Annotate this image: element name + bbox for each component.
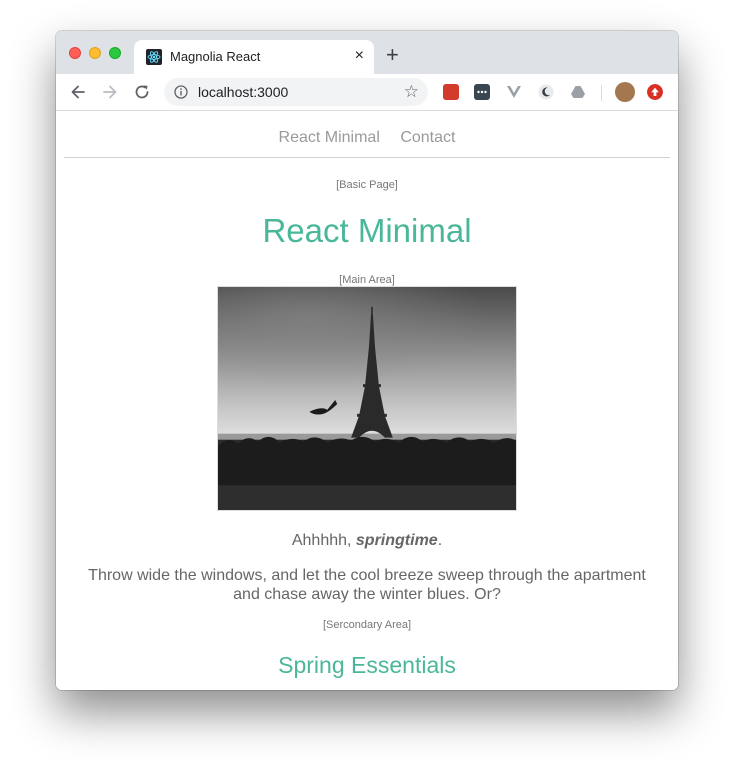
- address-bar[interactable]: localhost:3000 ☆: [164, 78, 428, 106]
- tab-title: Magnolia React: [170, 49, 261, 64]
- toolbar-separator: [601, 85, 602, 101]
- zoom-window-button[interactable]: [109, 47, 121, 59]
- new-tab-button[interactable]: +: [386, 44, 399, 66]
- extension-puzzle-icon[interactable]: [443, 84, 459, 100]
- secondary-area-label: [Sercondary Area]: [322, 619, 412, 631]
- eiffel-tower-image: [217, 286, 517, 511]
- drive-icon[interactable]: [570, 84, 586, 100]
- section-title: Spring Essentials: [278, 652, 456, 678]
- profile-avatar[interactable]: [615, 82, 635, 102]
- nav-link-react-minimal[interactable]: React Minimal: [279, 129, 380, 147]
- extension-dots-icon[interactable]: [474, 84, 490, 100]
- back-arrow-icon[interactable]: [68, 82, 88, 102]
- page-title: React Minimal: [262, 212, 472, 249]
- reload-icon[interactable]: [132, 82, 152, 102]
- dark-mode-icon[interactable]: [538, 84, 554, 100]
- url-text[interactable]: localhost:3000: [198, 84, 288, 100]
- browser-tab[interactable]: Magnolia React ×: [134, 40, 374, 74]
- intro-prefix: Ahhhhh,: [291, 532, 356, 549]
- intro-text: Ahhhhh, springtime.: [76, 531, 658, 550]
- nav-link-contact[interactable]: Contact: [400, 129, 455, 147]
- close-window-button[interactable]: [69, 47, 81, 59]
- page-content: React Minimal Contact [Basic Page] React…: [56, 111, 678, 690]
- minimize-window-button[interactable]: [89, 47, 101, 59]
- upload-extension-icon[interactable]: [647, 84, 663, 100]
- tab-close-icon[interactable]: ×: [355, 48, 364, 64]
- browser-toolbar: localhost:3000 ☆: [56, 74, 678, 111]
- main-area-label: [Main Area]: [339, 274, 395, 286]
- nav-divider: [64, 157, 670, 158]
- forward-arrow-icon[interactable]: [100, 82, 120, 102]
- browser-window: Magnolia React × + localhost:3000 ☆ Reac…: [56, 31, 678, 690]
- intro-suffix: .: [437, 532, 443, 549]
- bookmark-star-icon[interactable]: ☆: [404, 83, 419, 100]
- site-nav: React Minimal Contact: [56, 129, 678, 147]
- info-icon[interactable]: [174, 85, 188, 99]
- react-favicon-icon: [146, 49, 162, 65]
- vue-devtools-icon[interactable]: [506, 84, 522, 100]
- title-bar: Magnolia React × +: [56, 31, 678, 74]
- body-paragraph: Throw wide the windows, and let the cool…: [88, 567, 646, 603]
- intro-emphasis: springtime: [355, 532, 438, 549]
- basic-page-label: [Basic Page]: [336, 179, 398, 191]
